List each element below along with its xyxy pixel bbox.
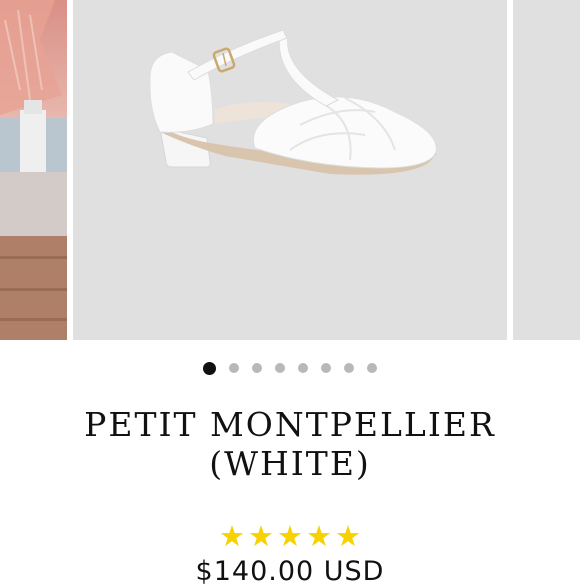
star-icon: ★ <box>306 519 332 553</box>
carousel-dot[interactable] <box>367 363 377 373</box>
carousel-dot[interactable] <box>203 361 216 375</box>
previous-slide-image[interactable] <box>0 0 67 340</box>
star-icon: ★ <box>219 519 245 553</box>
star-icon: ★ <box>277 519 303 553</box>
shoe-image <box>149 29 437 175</box>
carousel-dot[interactable] <box>321 363 331 373</box>
product-title: PETIT MONTPELLIER (WHITE) <box>84 405 496 483</box>
carousel-dot[interactable] <box>275 363 285 373</box>
star-rating[interactable]: ★ ★ ★ ★ ★ <box>0 520 580 552</box>
lifestyle-photo <box>0 0 67 340</box>
star-icon: ★ <box>335 519 361 553</box>
product-price: $140.00 USD <box>195 556 385 587</box>
carousel-dot[interactable] <box>344 363 354 373</box>
next-slide-image[interactable] <box>513 0 580 340</box>
carousel-dot[interactable] <box>252 363 262 373</box>
main-slide-image[interactable] <box>73 0 507 340</box>
product-image-carousel[interactable] <box>0 0 580 340</box>
carousel-dot[interactable] <box>229 363 239 373</box>
carousel-dot[interactable] <box>298 363 308 373</box>
carousel-pagination <box>0 361 580 375</box>
star-icon: ★ <box>248 519 274 553</box>
